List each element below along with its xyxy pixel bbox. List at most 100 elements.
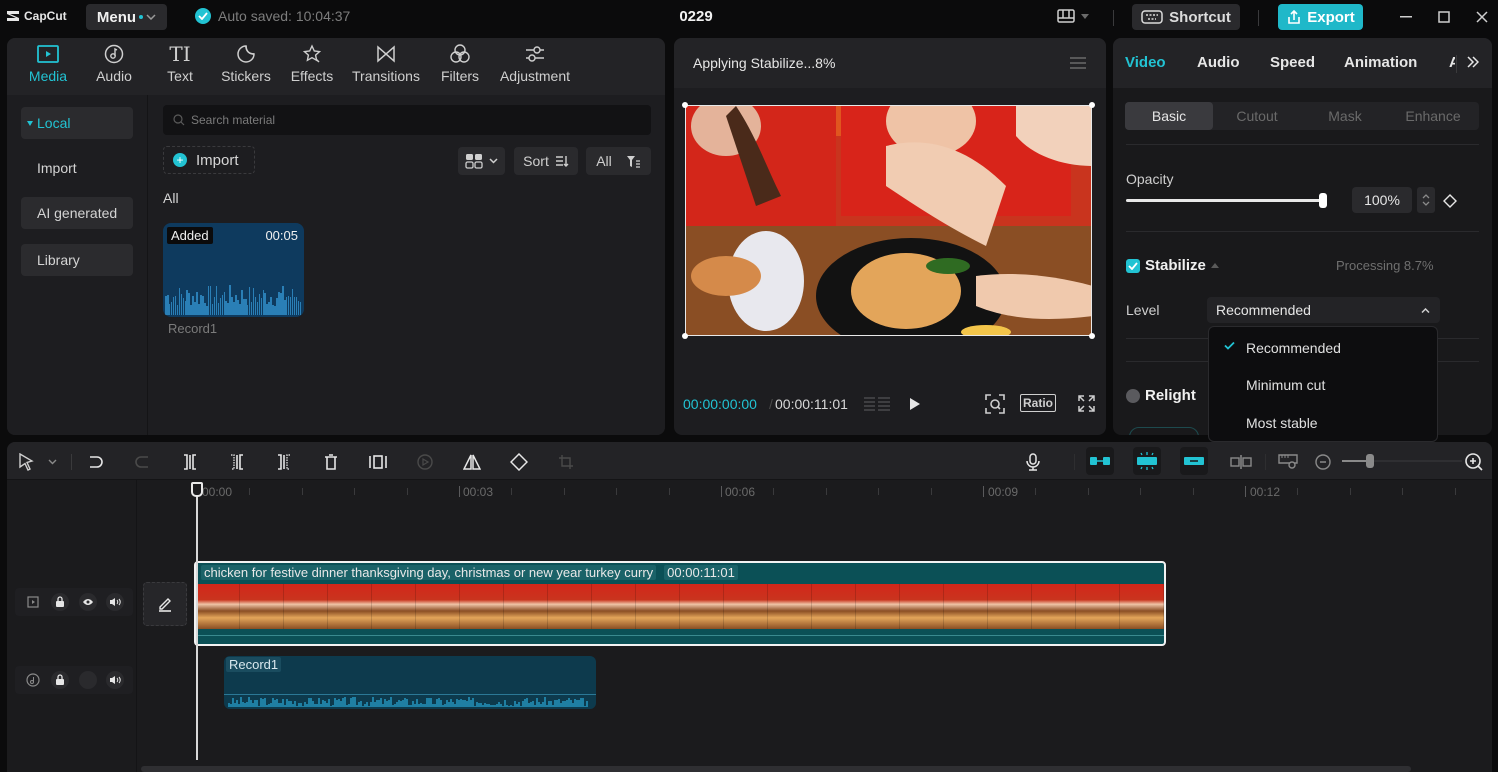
sidebar-item-import[interactable]: Import: [21, 152, 133, 184]
crop-handle[interactable]: [682, 333, 688, 339]
opacity-slider[interactable]: [1126, 199, 1326, 202]
select-tool-dropdown[interactable]: [41, 451, 63, 473]
stabilize-checkbox[interactable]: [1126, 258, 1140, 273]
tab-media[interactable]: Media: [15, 38, 81, 95]
tab-audio[interactable]: Audio: [1197, 54, 1240, 71]
select-tool-button[interactable]: [15, 451, 37, 473]
tab-adjustment[interactable]: Adjustment: [493, 38, 577, 95]
tab-transitions[interactable]: Transitions: [345, 38, 427, 95]
playhead-handle[interactable]: [191, 482, 203, 497]
opacity-stepper[interactable]: [1417, 187, 1435, 213]
tool-tabs: Media Audio TI Text Stickers Effects Tra…: [7, 38, 665, 95]
tab-video[interactable]: Video: [1125, 54, 1166, 71]
lock-track-button[interactable]: [51, 593, 70, 611]
opacity-label: Opacity: [1126, 171, 1174, 187]
playhead[interactable]: [196, 488, 198, 760]
timeline-horizontal-scrollbar[interactable]: [141, 766, 1411, 772]
crop-button[interactable]: [555, 451, 577, 473]
waveform-view-button[interactable]: [864, 396, 890, 412]
tab-effects[interactable]: Effects: [279, 38, 345, 95]
opacity-value-input[interactable]: 100%: [1352, 187, 1412, 213]
tab-stickers[interactable]: Stickers: [213, 38, 279, 95]
crop-handle[interactable]: [1089, 102, 1095, 108]
reverse-button[interactable]: [414, 451, 436, 473]
tab-audio[interactable]: Audio: [81, 38, 147, 95]
redo-button[interactable]: [132, 451, 154, 473]
zoom-fit-button[interactable]: [985, 394, 1005, 414]
linkage-button[interactable]: [1180, 447, 1208, 475]
video-track-controls: [15, 588, 133, 616]
player-header: Applying Stabilize...8%: [674, 38, 1106, 88]
video-clip[interactable]: chicken for festive dinner thanksgiving …: [194, 561, 1166, 646]
export-button[interactable]: Export: [1278, 4, 1363, 30]
audio-clip-record1[interactable]: Record1: [224, 656, 596, 709]
subtab-mask[interactable]: Mask: [1301, 102, 1389, 130]
level-select[interactable]: Recommended: [1207, 297, 1440, 323]
layout-button[interactable]: [1057, 9, 1089, 23]
minimize-button[interactable]: [1398, 9, 1414, 25]
close-button[interactable]: [1474, 9, 1490, 25]
tab-text[interactable]: TI Text: [147, 38, 213, 95]
level-option-minimum-cut[interactable]: Minimum cut: [1209, 368, 1437, 402]
crop-handle[interactable]: [1089, 333, 1095, 339]
hide-track-button[interactable]: [78, 593, 97, 611]
keyframe-button[interactable]: [1443, 194, 1457, 208]
export-label: Export: [1307, 8, 1355, 26]
freeze-button[interactable]: [367, 451, 389, 473]
view-mode-button[interactable]: [458, 147, 505, 175]
more-tabs-button[interactable]: [1467, 56, 1479, 68]
player-menu-button[interactable]: [1070, 57, 1086, 69]
zoom-to-fit-button[interactable]: [1277, 451, 1299, 473]
minimize-icon: [1400, 16, 1412, 18]
preview-axis-button[interactable]: [1230, 451, 1252, 473]
opacity-slider-handle[interactable]: [1319, 193, 1327, 208]
sidebar-item-local[interactable]: Local: [21, 107, 133, 139]
tab-animation[interactable]: Animation: [1344, 54, 1417, 71]
main-track-magnet-button[interactable]: [1086, 447, 1114, 475]
shortcut-button[interactable]: Shortcut: [1132, 4, 1240, 30]
subtab-basic[interactable]: Basic: [1125, 102, 1213, 130]
tab-speed[interactable]: Speed: [1270, 54, 1315, 71]
import-button[interactable]: + Import: [163, 146, 255, 174]
relight-checkbox[interactable]: [1126, 388, 1140, 403]
tab-more[interactable]: A: [1449, 54, 1455, 71]
cover-button[interactable]: [143, 582, 187, 626]
undo-button[interactable]: [84, 451, 106, 473]
close-icon: [1476, 11, 1488, 23]
subtab-cutout[interactable]: Cutout: [1213, 102, 1301, 130]
zoom-in-button[interactable]: [1463, 451, 1485, 473]
record-voiceover-button[interactable]: [1022, 451, 1044, 473]
ruler-tick: [668, 488, 670, 495]
fullscreen-button[interactable]: [1078, 395, 1095, 412]
ruler-tick: [563, 488, 565, 495]
rotate-button[interactable]: [508, 451, 530, 473]
ratio-button[interactable]: Ratio: [1020, 394, 1056, 412]
maximize-button[interactable]: [1436, 9, 1452, 25]
tab-filters[interactable]: Filters: [427, 38, 493, 95]
subtab-enhance[interactable]: Enhance: [1389, 102, 1477, 130]
delete-left-button[interactable]: [226, 451, 248, 473]
auto-snap-button[interactable]: [1133, 447, 1161, 475]
delete-button[interactable]: [320, 451, 342, 473]
timeline-ruler[interactable]: 00:00 00:03 00:06 00:09 00:12: [137, 480, 1492, 504]
mirror-button[interactable]: [461, 451, 483, 473]
sort-button[interactable]: Sort: [514, 147, 578, 175]
mute-track-button[interactable]: [106, 593, 125, 611]
mute-track-button[interactable]: [106, 671, 125, 689]
sidebar-item-library[interactable]: Library: [21, 244, 133, 276]
level-option-recommended[interactable]: Recommended: [1209, 331, 1437, 365]
level-option-most-stable[interactable]: Most stable: [1209, 406, 1437, 440]
zoom-out-button[interactable]: [1312, 451, 1334, 473]
timeline-zoom-handle[interactable]: [1366, 454, 1374, 468]
video-preview[interactable]: [685, 105, 1092, 336]
relight-button-partial[interactable]: [1129, 427, 1199, 435]
sidebar-item-ai-generated[interactable]: AI generated: [21, 197, 133, 229]
delete-right-button[interactable]: [273, 451, 295, 473]
search-input[interactable]: Search material: [163, 105, 651, 135]
play-button[interactable]: [909, 397, 921, 411]
split-button[interactable]: [179, 451, 201, 473]
lock-track-button[interactable]: [51, 671, 70, 689]
crop-handle[interactable]: [682, 102, 688, 108]
filter-button[interactable]: All: [586, 147, 651, 175]
media-item-record1[interactable]: Added 00:05: [163, 223, 304, 317]
